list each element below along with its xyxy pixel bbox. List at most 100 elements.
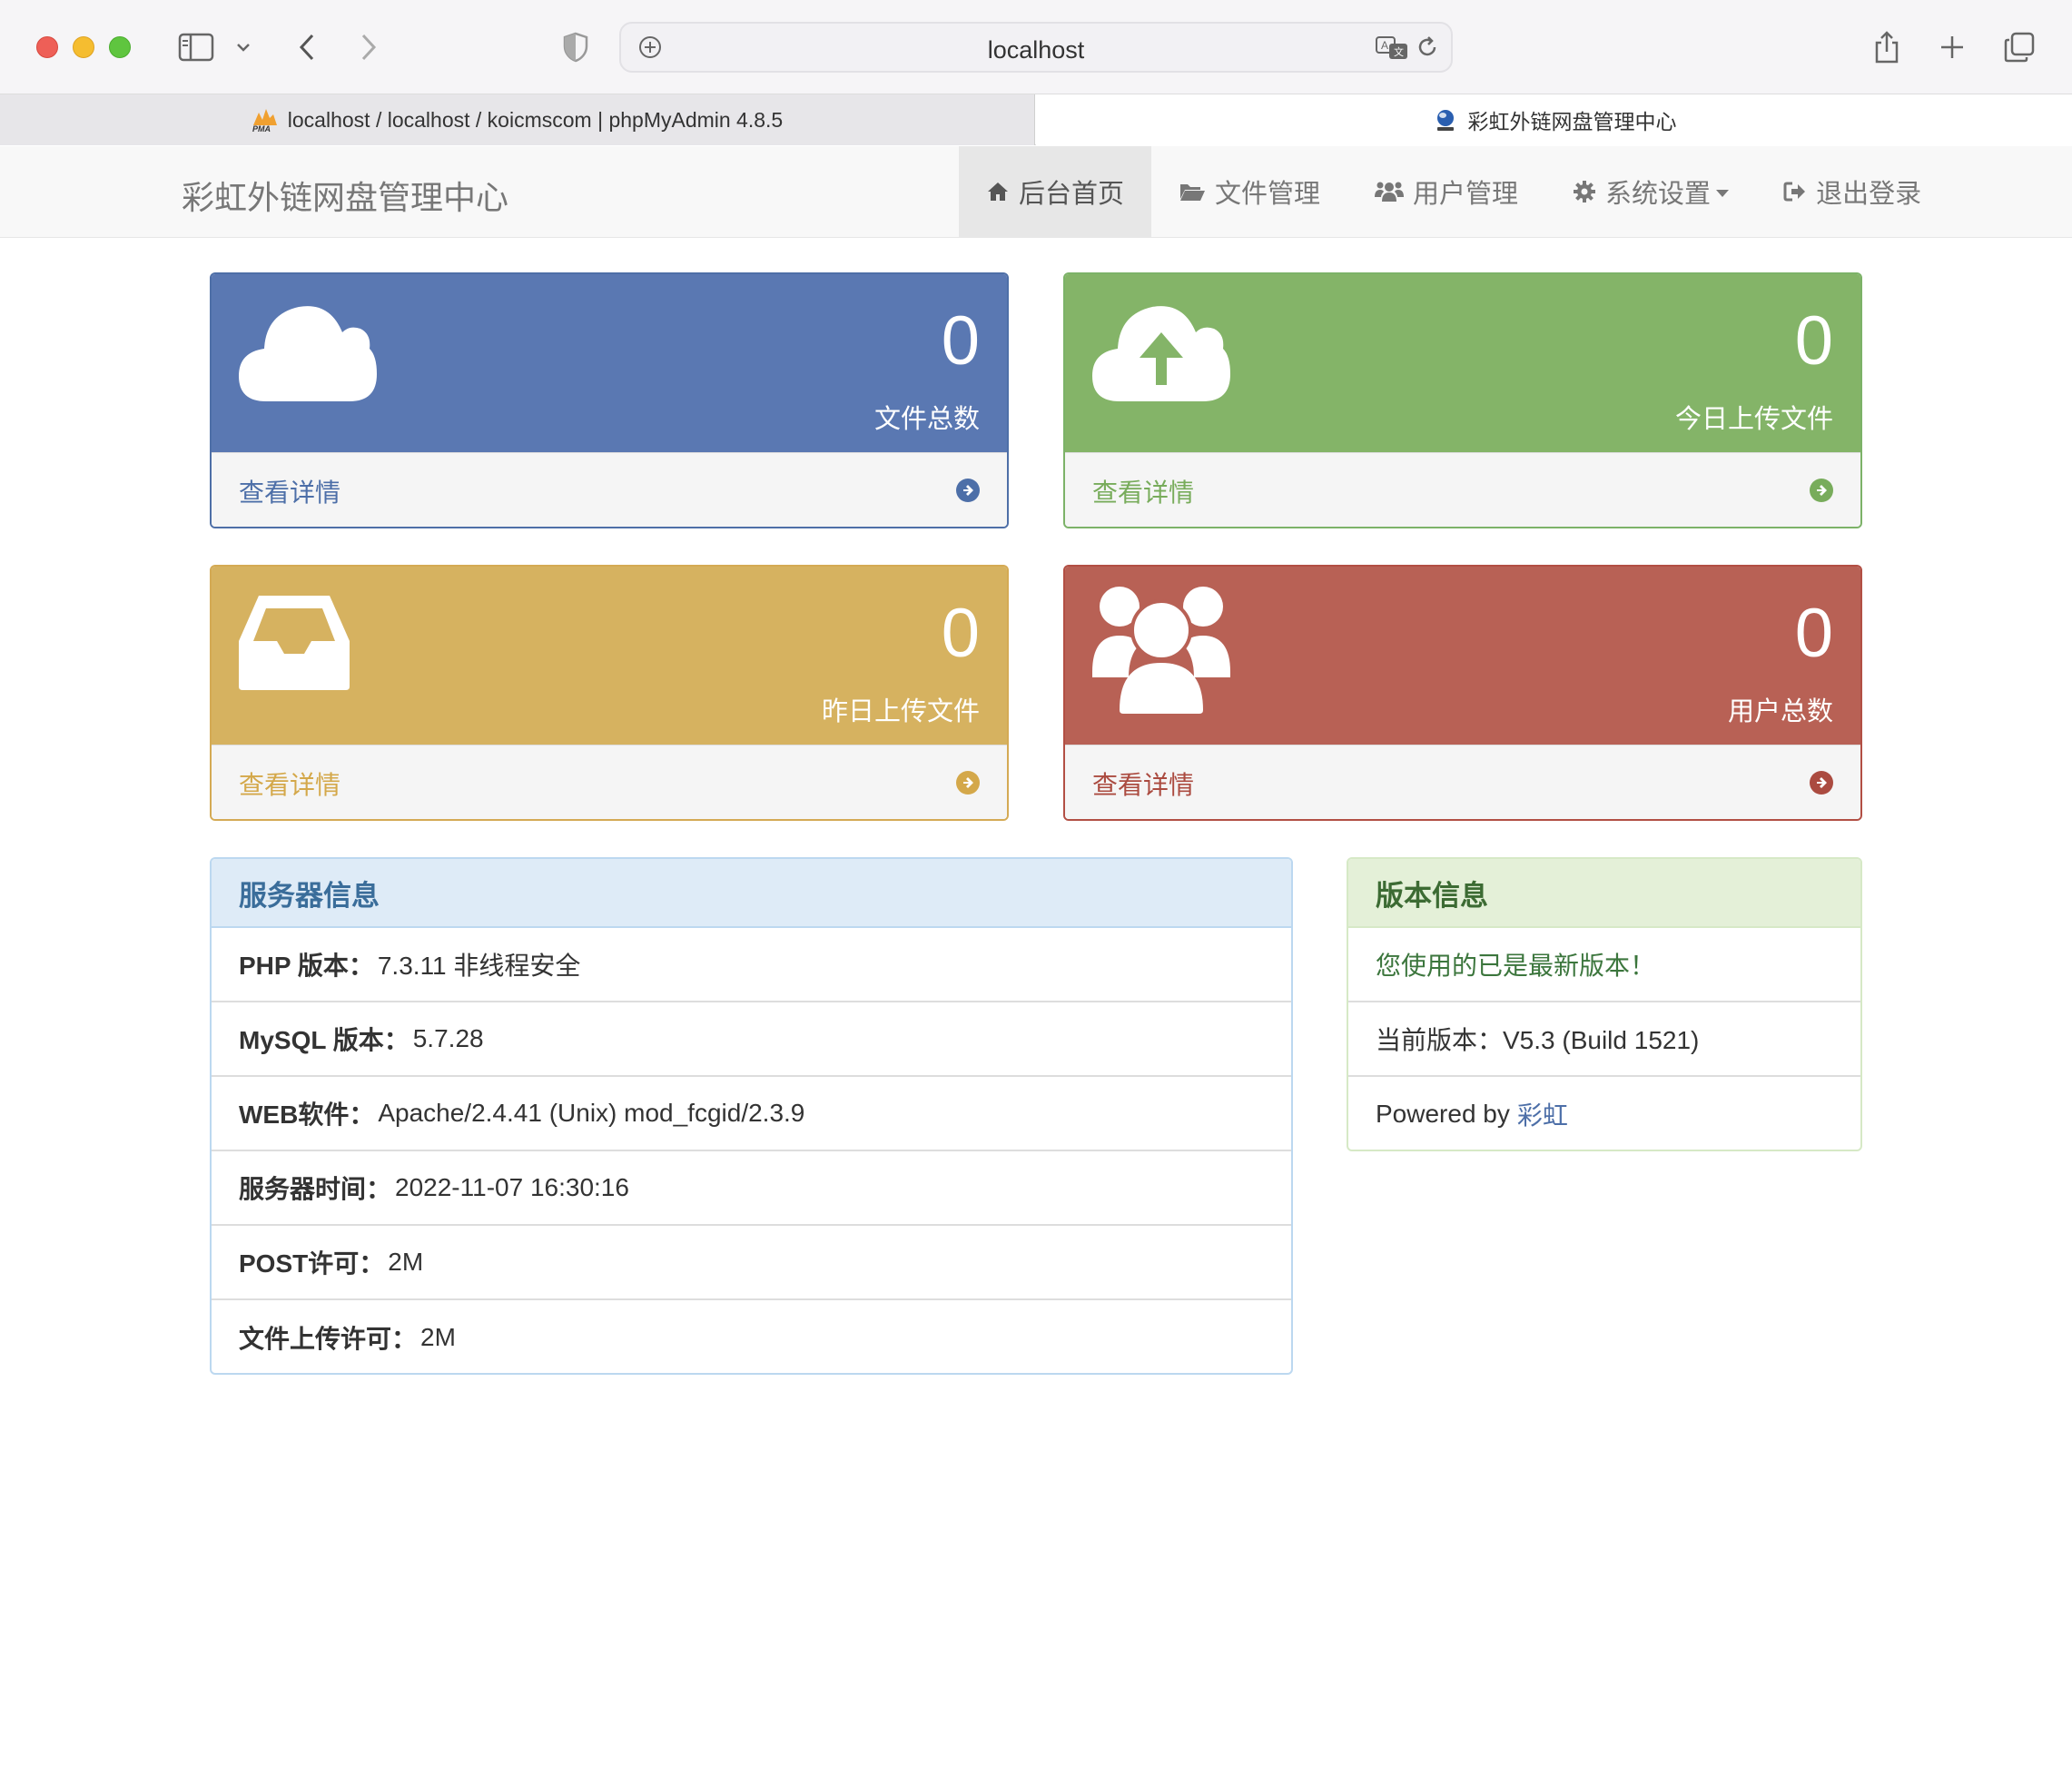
- view-details-link[interactable]: 查看详情: [1092, 765, 1194, 802]
- folder-open-icon: [1179, 181, 1206, 202]
- stat-label: 文件总数: [873, 403, 980, 434]
- svg-text:文: 文: [1394, 45, 1404, 58]
- view-details-link[interactable]: 查看详情: [239, 765, 340, 802]
- panel-heading: 0 用户总数: [1065, 567, 1860, 745]
- cloud-icon: [239, 301, 377, 407]
- back-icon[interactable]: [289, 25, 325, 69]
- panel-title: 版本信息: [1348, 859, 1860, 928]
- nav-item-home[interactable]: 后台首页: [959, 146, 1152, 237]
- users-icon: [1375, 180, 1405, 203]
- row-label: 文件上传许可：: [239, 1325, 418, 1353]
- nav-label: 文件管理: [1215, 178, 1321, 209]
- tab-overview-icon[interactable]: [2001, 25, 2037, 69]
- globe-icon: [1432, 106, 1459, 133]
- home-icon: [986, 181, 1010, 202]
- tab-label: 彩虹外链网盘管理中心: [1467, 110, 1677, 133]
- url-text: localhost: [987, 36, 1085, 64]
- forward-icon[interactable]: [350, 25, 387, 69]
- stat-value: 0: [1794, 595, 1833, 672]
- stat-label: 今日上传文件: [1674, 403, 1833, 434]
- svg-text:PMA: PMA: [252, 124, 271, 133]
- arrow-circle-right-icon[interactable]: [956, 771, 980, 795]
- nav-item-logout[interactable]: 退出登录: [1756, 146, 1949, 237]
- stat-value: 0: [941, 302, 980, 380]
- zoom-window-button[interactable]: [109, 36, 131, 58]
- gear-icon: [1573, 180, 1596, 203]
- stat-label: 用户总数: [1727, 696, 1833, 726]
- arrow-circle-right-icon[interactable]: [1810, 479, 1833, 502]
- list-item: 服务器时间： 2022-11-07 16:30:16: [212, 1151, 1291, 1226]
- browser-tab-bar: PMA localhost / localhost / koicmscom | …: [0, 94, 2072, 145]
- row-label: POST许可：: [239, 1249, 385, 1278]
- tab-label: localhost / localhost / koicmscom | phpM…: [287, 107, 784, 132]
- stat-value: 0: [941, 595, 980, 672]
- list-item: 文件上传许可： 2M: [212, 1300, 1291, 1373]
- tab-phpmyadmin[interactable]: PMA localhost / localhost / koicmscom | …: [0, 94, 1035, 145]
- row-value: 7.3.11 非线程安全: [377, 952, 581, 980]
- new-tab-icon[interactable]: [1934, 25, 1970, 69]
- list-item: POST许可： 2M: [212, 1226, 1291, 1300]
- version-info-panel: 版本信息 您使用的已是最新版本！ 当前版本：V5.3 (Build 1521) …: [1347, 857, 1862, 1151]
- arrow-circle-right-icon[interactable]: [956, 479, 980, 502]
- address-bar[interactable]: localhost A文: [619, 22, 1453, 73]
- translate-icon[interactable]: A文: [1375, 35, 1409, 65]
- nav-item-users[interactable]: 用户管理: [1347, 146, 1545, 237]
- shield-icon[interactable]: [559, 25, 592, 69]
- row-value: 2022-11-07 16:30:16: [395, 1173, 629, 1201]
- chevron-down-icon: [1716, 190, 1730, 197]
- server-info-panel: 服务器信息 PHP 版本： 7.3.11 非线程安全 MySQL 版本： 5.7…: [210, 857, 1293, 1375]
- row-value: 2M: [388, 1248, 424, 1276]
- browser-toolbar: localhost A文: [0, 0, 2072, 94]
- users-icon: [1092, 583, 1230, 717]
- share-icon[interactable]: [1869, 25, 1905, 69]
- view-details-link[interactable]: 查看详情: [239, 473, 340, 509]
- nav-label: 系统设置: [1605, 178, 1712, 209]
- stat-panel-total-files: 0 文件总数 查看详情: [210, 272, 1009, 528]
- close-window-button[interactable]: [36, 36, 58, 58]
- panel-heading: 0 今日上传文件: [1065, 274, 1860, 452]
- nav-label: 用户管理: [1413, 178, 1519, 209]
- nav-label: 退出登录: [1816, 178, 1922, 209]
- row-value: 2M: [420, 1323, 456, 1351]
- logout-icon: [1783, 181, 1807, 202]
- powered-by-label: Powered by: [1376, 1100, 1510, 1128]
- powered-by: Powered by 彩虹: [1348, 1077, 1860, 1150]
- row-value: Apache/2.4.41 (Unix) mod_fcgid/2.3.9: [378, 1099, 805, 1127]
- chevron-down-icon[interactable]: [232, 25, 254, 69]
- pma-icon: PMA: [252, 106, 279, 133]
- stat-panel-yesterday-uploads: 0 昨日上传文件 查看详情: [210, 565, 1009, 821]
- latest-version-message: 您使用的已是最新版本！: [1348, 928, 1860, 1002]
- view-details-link[interactable]: 查看详情: [1092, 473, 1194, 509]
- arrow-circle-right-icon[interactable]: [1810, 771, 1833, 795]
- row-label: PHP 版本：: [239, 952, 374, 980]
- panel-title: 服务器信息: [212, 859, 1291, 928]
- tab-admin-center[interactable]: 彩虹外链网盘管理中心: [1036, 94, 2072, 145]
- panel-footer[interactable]: 查看详情: [1065, 452, 1860, 527]
- reload-icon[interactable]: [1415, 35, 1440, 64]
- nav-item-files[interactable]: 文件管理: [1151, 146, 1347, 237]
- inbox-icon: [239, 594, 350, 696]
- panel-heading: 0 文件总数: [212, 274, 1007, 452]
- svg-text:A: A: [1381, 39, 1388, 52]
- app-navbar: 彩虹外链网盘管理中心 后台首页 文件管理 用户管理 系统设置 退出登录: [0, 146, 2072, 238]
- list-item: PHP 版本： 7.3.11 非线程安全: [212, 928, 1291, 1002]
- stat-panel-today-uploads: 0 今日上传文件 查看详情: [1063, 272, 1862, 528]
- nav-label: 后台首页: [1019, 178, 1125, 209]
- nav-item-settings[interactable]: 系统设置: [1545, 146, 1756, 237]
- row-value: 5.7.28: [412, 1024, 484, 1052]
- current-version: 当前版本：V5.3 (Build 1521): [1348, 1002, 1860, 1077]
- minimize-window-button[interactable]: [73, 36, 94, 58]
- stat-value: 0: [1794, 302, 1833, 380]
- sidebar-toggle-icon[interactable]: [174, 25, 218, 69]
- row-label: MySQL 版本：: [239, 1026, 409, 1054]
- row-label: 服务器时间：: [239, 1175, 392, 1203]
- panel-footer[interactable]: 查看详情: [212, 452, 1007, 527]
- cloud-upload-icon: [1092, 301, 1230, 407]
- list-item: WEB软件： Apache/2.4.41 (Unix) mod_fcgid/2.…: [212, 1077, 1291, 1151]
- main-nav: 后台首页 文件管理 用户管理 系统设置 退出登录: [959, 146, 1949, 237]
- panel-footer[interactable]: 查看详情: [212, 745, 1007, 819]
- panel-footer[interactable]: 查看详情: [1065, 745, 1860, 819]
- stat-panel-total-users: 0 用户总数 查看详情: [1063, 565, 1862, 821]
- author-link[interactable]: 彩虹: [1517, 1096, 1568, 1132]
- brand-title[interactable]: 彩虹外链网盘管理中心: [182, 172, 508, 219]
